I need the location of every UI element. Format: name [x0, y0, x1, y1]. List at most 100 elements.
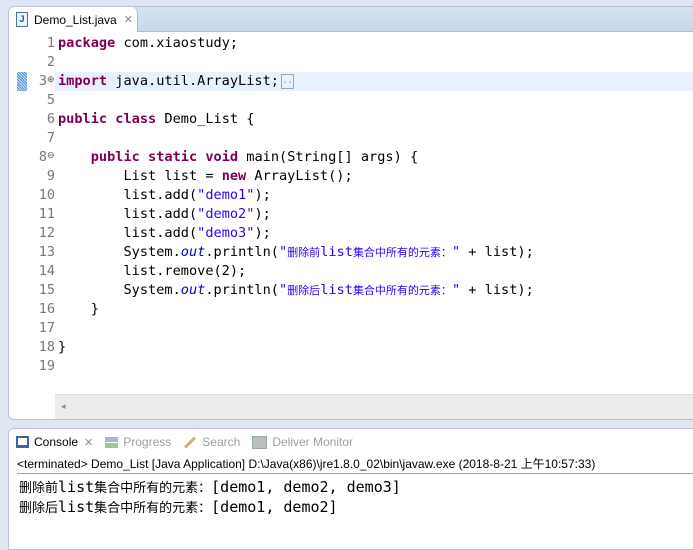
deliver-monitor-icon: [252, 435, 268, 449]
output-text: 集合中所有的元素：: [94, 481, 212, 496]
code-token: "demo1": [197, 187, 255, 203]
output-text: 删除前: [19, 481, 59, 496]
code-token: "demo3": [197, 225, 255, 241]
code-line: public static void main(String[] args) {: [58, 148, 418, 167]
line-number: 8: [38, 149, 47, 165]
folded-imports-marker[interactable]: ..: [280, 73, 294, 89]
line-number: 11: [38, 206, 55, 222]
code-token: System.: [58, 244, 181, 260]
scroll-left-icon[interactable]: ◂: [61, 401, 66, 412]
code-line: List list = new ArrayList();: [58, 167, 353, 186]
console-output-line: 删除后list集合中所有的元素：[demo1, demo2]: [19, 497, 401, 517]
code-token: 删除前: [287, 246, 321, 259]
code-token: }: [58, 301, 99, 317]
search-icon: [184, 435, 197, 449]
code-token: );: [254, 206, 271, 222]
code-token: list.remove(2);: [58, 263, 247, 279]
line-number: 1: [46, 35, 55, 51]
line-number-ruler: 1 2 3 ⊕ 5 6 7 8 ⊖ 9 10 11 12 13 14 15 16 17 18 19: [27, 32, 55, 395]
code-line: System.out.println("删除前list集合中所有的元素：" + …: [58, 243, 534, 262]
output-text: 删除后: [19, 501, 59, 516]
code-token: Demo_List {: [156, 111, 255, 127]
line-number: 9: [46, 168, 55, 184]
line-number: 15: [38, 282, 55, 298]
output-text: list: [58, 478, 95, 496]
code-line: }: [58, 300, 99, 319]
code-token: out: [180, 282, 206, 298]
code-token: list.add(: [58, 187, 198, 203]
code-token: void: [205, 149, 239, 165]
horizontal-scrollbar[interactable]: ◂: [55, 394, 693, 419]
expand-fold-icon[interactable]: ⊕: [47, 74, 55, 85]
code-line: import java.util.ArrayList;..: [58, 72, 294, 91]
code-token: "demo2": [197, 206, 255, 222]
code-token: 删除后: [287, 284, 321, 297]
tab-label: Console: [34, 435, 79, 449]
line-number: 14: [38, 263, 55, 279]
progress-icon: [105, 436, 119, 448]
code-token: ArrayList();: [246, 168, 353, 184]
tab-console[interactable]: Console ✕: [16, 435, 93, 449]
code-line: }: [58, 338, 66, 357]
line-number: 5: [46, 92, 55, 108]
code-line: list.add("demo1");: [58, 186, 271, 205]
tab-label: Demo_List.java: [34, 12, 117, 27]
close-icon[interactable]: ✕: [84, 436, 93, 449]
tab-label: Search: [202, 435, 241, 449]
editor-tab-bar: J Demo_List.java ✕: [9, 7, 693, 32]
code-token: java.util.ArrayList;: [107, 73, 279, 89]
code-token: class: [115, 111, 157, 127]
code-token: list.add(: [58, 206, 198, 222]
code-token: System.: [58, 282, 181, 298]
line-number: 2: [46, 54, 55, 70]
line-number: 19: [38, 358, 55, 374]
code-token: list: [320, 244, 353, 260]
close-icon[interactable]: ✕: [124, 13, 133, 26]
tab-demo-list-java[interactable]: J Demo_List.java ✕: [9, 7, 138, 32]
code-line: System.out.println("删除后list集合中所有的元素：" + …: [58, 281, 534, 300]
editor-panel: J Demo_List.java ✕ 1 2 3 ⊕ 5 6 7 8 ⊖ 9 10 11 12 13 14 1…: [8, 6, 693, 420]
code-token: );: [254, 187, 271, 203]
code-token: ": [451, 244, 461, 260]
line-number: 7: [46, 130, 55, 146]
code-token: .println(: [205, 244, 279, 260]
java-file-icon: J: [16, 12, 28, 27]
line-number: 13: [38, 244, 55, 260]
line-number: 17: [38, 320, 55, 336]
line-number: 16: [38, 301, 55, 317]
process-status: <terminated> Demo_List [Java Application…: [17, 455, 693, 474]
tab-progress[interactable]: Progress: [105, 435, 171, 449]
code-token: list: [320, 282, 353, 298]
tab-search[interactable]: Search: [183, 435, 240, 449]
line-number: 6: [46, 111, 55, 127]
output-text: 集合中所有的元素：: [94, 501, 212, 516]
tab-deliver-monitor[interactable]: Deliver Monitor: [252, 435, 353, 449]
code-token: static: [148, 149, 198, 165]
line-number: 3: [38, 73, 47, 89]
code-editor[interactable]: 1 2 3 ⊕ 5 6 7 8 ⊖ 9 10 11 12 13 14 15 16 17 18 19 package c…: [9, 32, 693, 395]
code-token: ": [279, 244, 288, 260]
code-token: }: [58, 339, 67, 355]
code-line: list.add("demo2");: [58, 205, 271, 224]
code-token: + list);: [460, 282, 534, 298]
code-token: List list =: [58, 168, 222, 184]
code-line: public class Demo_List {: [58, 110, 254, 129]
code-token: com.xiaostudy;: [115, 35, 239, 51]
console-tab-bar: Console ✕ Progress Search Deliver Monito…: [9, 429, 693, 455]
line-number: 10: [38, 187, 55, 203]
code-token: out: [180, 244, 206, 260]
collapse-fold-icon[interactable]: ⊖: [47, 150, 55, 161]
console-icon: [16, 436, 29, 448]
code-line: package com.xiaostudy;: [58, 34, 238, 53]
code-text[interactable]: package com.xiaostudy; import java.util.A…: [58, 32, 693, 395]
console-output[interactable]: 删除前list集合中所有的元素：[demo1, demo2, demo3] 删除后…: [19, 477, 401, 517]
code-token: + list);: [460, 244, 534, 260]
tab-label: Progress: [123, 435, 172, 449]
console-output-line: 删除前list集合中所有的元素：[demo1, demo2, demo3]: [19, 477, 401, 497]
code-token: public: [58, 111, 108, 127]
code-token: );: [254, 225, 271, 241]
code-token: main(String[] args) {: [238, 149, 419, 165]
output-text: [demo1, demo2]: [211, 498, 338, 516]
